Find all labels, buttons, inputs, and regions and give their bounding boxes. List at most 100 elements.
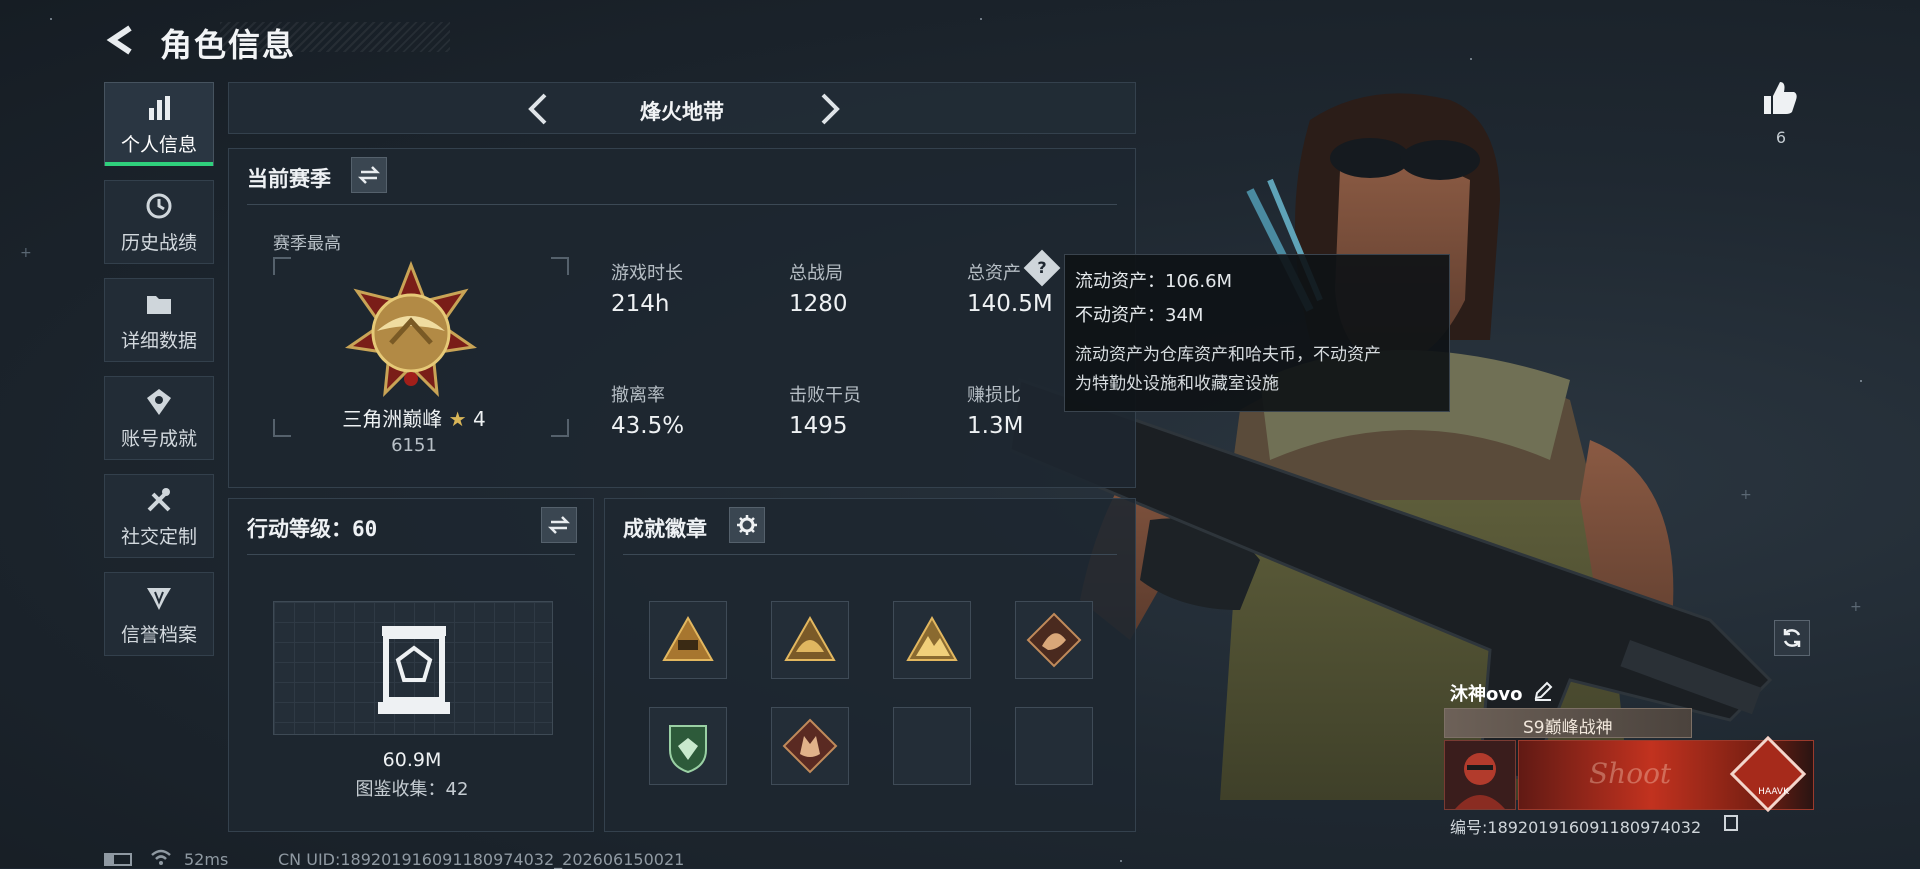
cross-decoration: + [20,245,32,261]
back-arrow-icon[interactable] [104,22,140,58]
stat-value: 1280 [789,291,848,317]
achievement-badge[interactable] [771,707,849,785]
stat-value: 140.5M [967,291,1053,317]
refresh-button[interactable] [1774,620,1810,656]
dragon-badge-icon [1026,612,1082,668]
history-clock-icon [146,193,172,218]
copy-icon[interactable] [1724,815,1738,831]
folder-icon [147,295,171,314]
helmet-badge-icon [784,615,836,661]
action-level-title: 行动等级：60 [247,517,378,541]
achievement-icon [147,388,171,415]
switch-level-button[interactable] [541,507,577,543]
star-decoration [980,18,982,20]
rank-name-row: 三角洲巅峰 ★ 4 [279,403,549,432]
star-decoration [1470,58,1472,60]
like-count: 6 [1775,128,1787,147]
liquid-assets: 流动资产：106.6M [1075,271,1233,292]
frame-corner [551,419,569,437]
player-id: 编号:1892019160911809740​32 [1450,818,1702,837]
green-shield-badge-icon [669,725,707,774]
collection-value: 60.9M [382,749,442,771]
sidebar-item-achievements[interactable]: 账号成就 [104,376,214,460]
edit-pencil-icon[interactable] [1532,680,1554,702]
tooltip-desc-1: 流动资产为仓库资产和哈夫币，不动资产 [1075,345,1381,365]
empty-badge-slot[interactable] [893,707,971,785]
switch-season-button[interactable] [351,157,387,193]
uid-text: CN UID:18920191609​11809740​32_202606150… [278,850,685,869]
swap-icon [358,166,380,184]
stat-label: 总资产 [967,263,1021,284]
season-best-label: 赛季最高 [273,234,341,254]
player-card: 沐神ovo S9巅峰战神 Shoot HAAVK [1444,674,1816,813]
divider [247,554,575,555]
sidebar-item-social-custom[interactable]: 社交定制 [104,474,214,558]
display-case-icon [378,626,450,714]
sidebar-item-label: 信誉档案 [120,623,197,646]
stat-value: 1495 [789,413,848,439]
stat-label: 击败干员 [789,385,861,406]
refresh-icon [1783,629,1801,647]
bar-chart-icon [149,95,170,120]
stat-label: 赚损比 [967,385,1021,406]
banner-logo-text: HAAVK [1758,787,1789,797]
achievement-badge[interactable] [893,601,971,679]
rank-score: 6151 [391,435,437,456]
achievement-badge[interactable] [649,601,727,679]
frame-corner [551,257,569,275]
star-icon: ★ [448,407,467,431]
rank-emblem-icon [345,261,477,398]
player-name: 沐神ovo [1450,684,1523,705]
stat-value: 1.3M [967,413,1024,439]
next-mode-arrow-icon[interactable] [809,89,849,129]
pyramid-badge-icon [662,615,714,661]
player-banner: Shoot HAAVK [1518,735,1814,813]
divider [247,204,1117,205]
achievement-badge[interactable] [1015,601,1093,679]
achievements-title: 成就徽章 [623,517,707,541]
sidebar-item-label: 社交定制 [120,525,197,548]
action-level-panel: 行动等级：60 60.9M 图鉴收集：42 [228,498,594,832]
battery-icon [104,853,132,866]
star-decoration [50,18,52,20]
collection-count: 图鉴收集：42 [355,779,469,800]
collection-showcase[interactable] [273,601,553,735]
rank-stars: 4 [472,407,486,431]
badge-settings-button[interactable] [729,507,765,543]
tools-icon [147,487,171,511]
sidebar-item-personal-info[interactable]: 个人信息 [104,82,214,166]
tooltip-desc-2: 为特勤处设施和收藏室设施 [1075,374,1279,394]
sidebar-item-credit-record[interactable]: 信誉档案 [104,572,214,656]
mountain-badge-icon [906,615,958,661]
frame-corner [273,257,291,275]
gear-icon [737,515,757,535]
sidebar-item-label: 历史战绩 [120,231,197,254]
season-title: 当前赛季 [247,167,331,191]
stat-value: 214h [611,291,670,317]
shield-icon [147,587,171,610]
avatar-portrait-icon [1455,753,1505,809]
assets-tooltip: 流动资产：106.6M 不动资产：34M 流动资产为仓库资产和哈夫币，不动资产 … [1064,254,1450,412]
rank-name: 三角洲巅峰 [342,407,443,431]
achievement-badge[interactable] [649,707,727,785]
divider [623,554,1117,555]
banner-logo-icon [1729,735,1807,813]
sidebar-item-detailed-data[interactable]: 详细数据 [104,278,214,362]
empty-badge-slot[interactable] [1015,707,1093,785]
swap-icon [548,516,570,534]
stat-label: 总战局 [789,263,843,284]
avatar[interactable] [1444,740,1516,810]
stat-label: 游戏时长 [611,263,683,284]
season-panel: 当前赛季 赛季最高 三角洲巅峰 ★ 4 6151 游戏时长 214h 总战局 1… [228,148,1136,488]
stat-value: 43.5% [611,413,685,439]
help-icon[interactable] [1023,249,1061,287]
achievement-badge[interactable] [771,601,849,679]
ping-text: 52ms [184,850,229,869]
player-title-plate: S9巅峰战神 [1444,708,1692,738]
wolf-badge-icon [782,718,838,774]
wifi-icon [151,849,171,865]
fixed-assets: 不动资产：34M [1075,305,1204,326]
sidebar-item-history[interactable]: 历史战绩 [104,180,214,264]
page-title: 角色信息 [160,26,297,64]
thumbs-up-icon[interactable] [1760,78,1800,118]
